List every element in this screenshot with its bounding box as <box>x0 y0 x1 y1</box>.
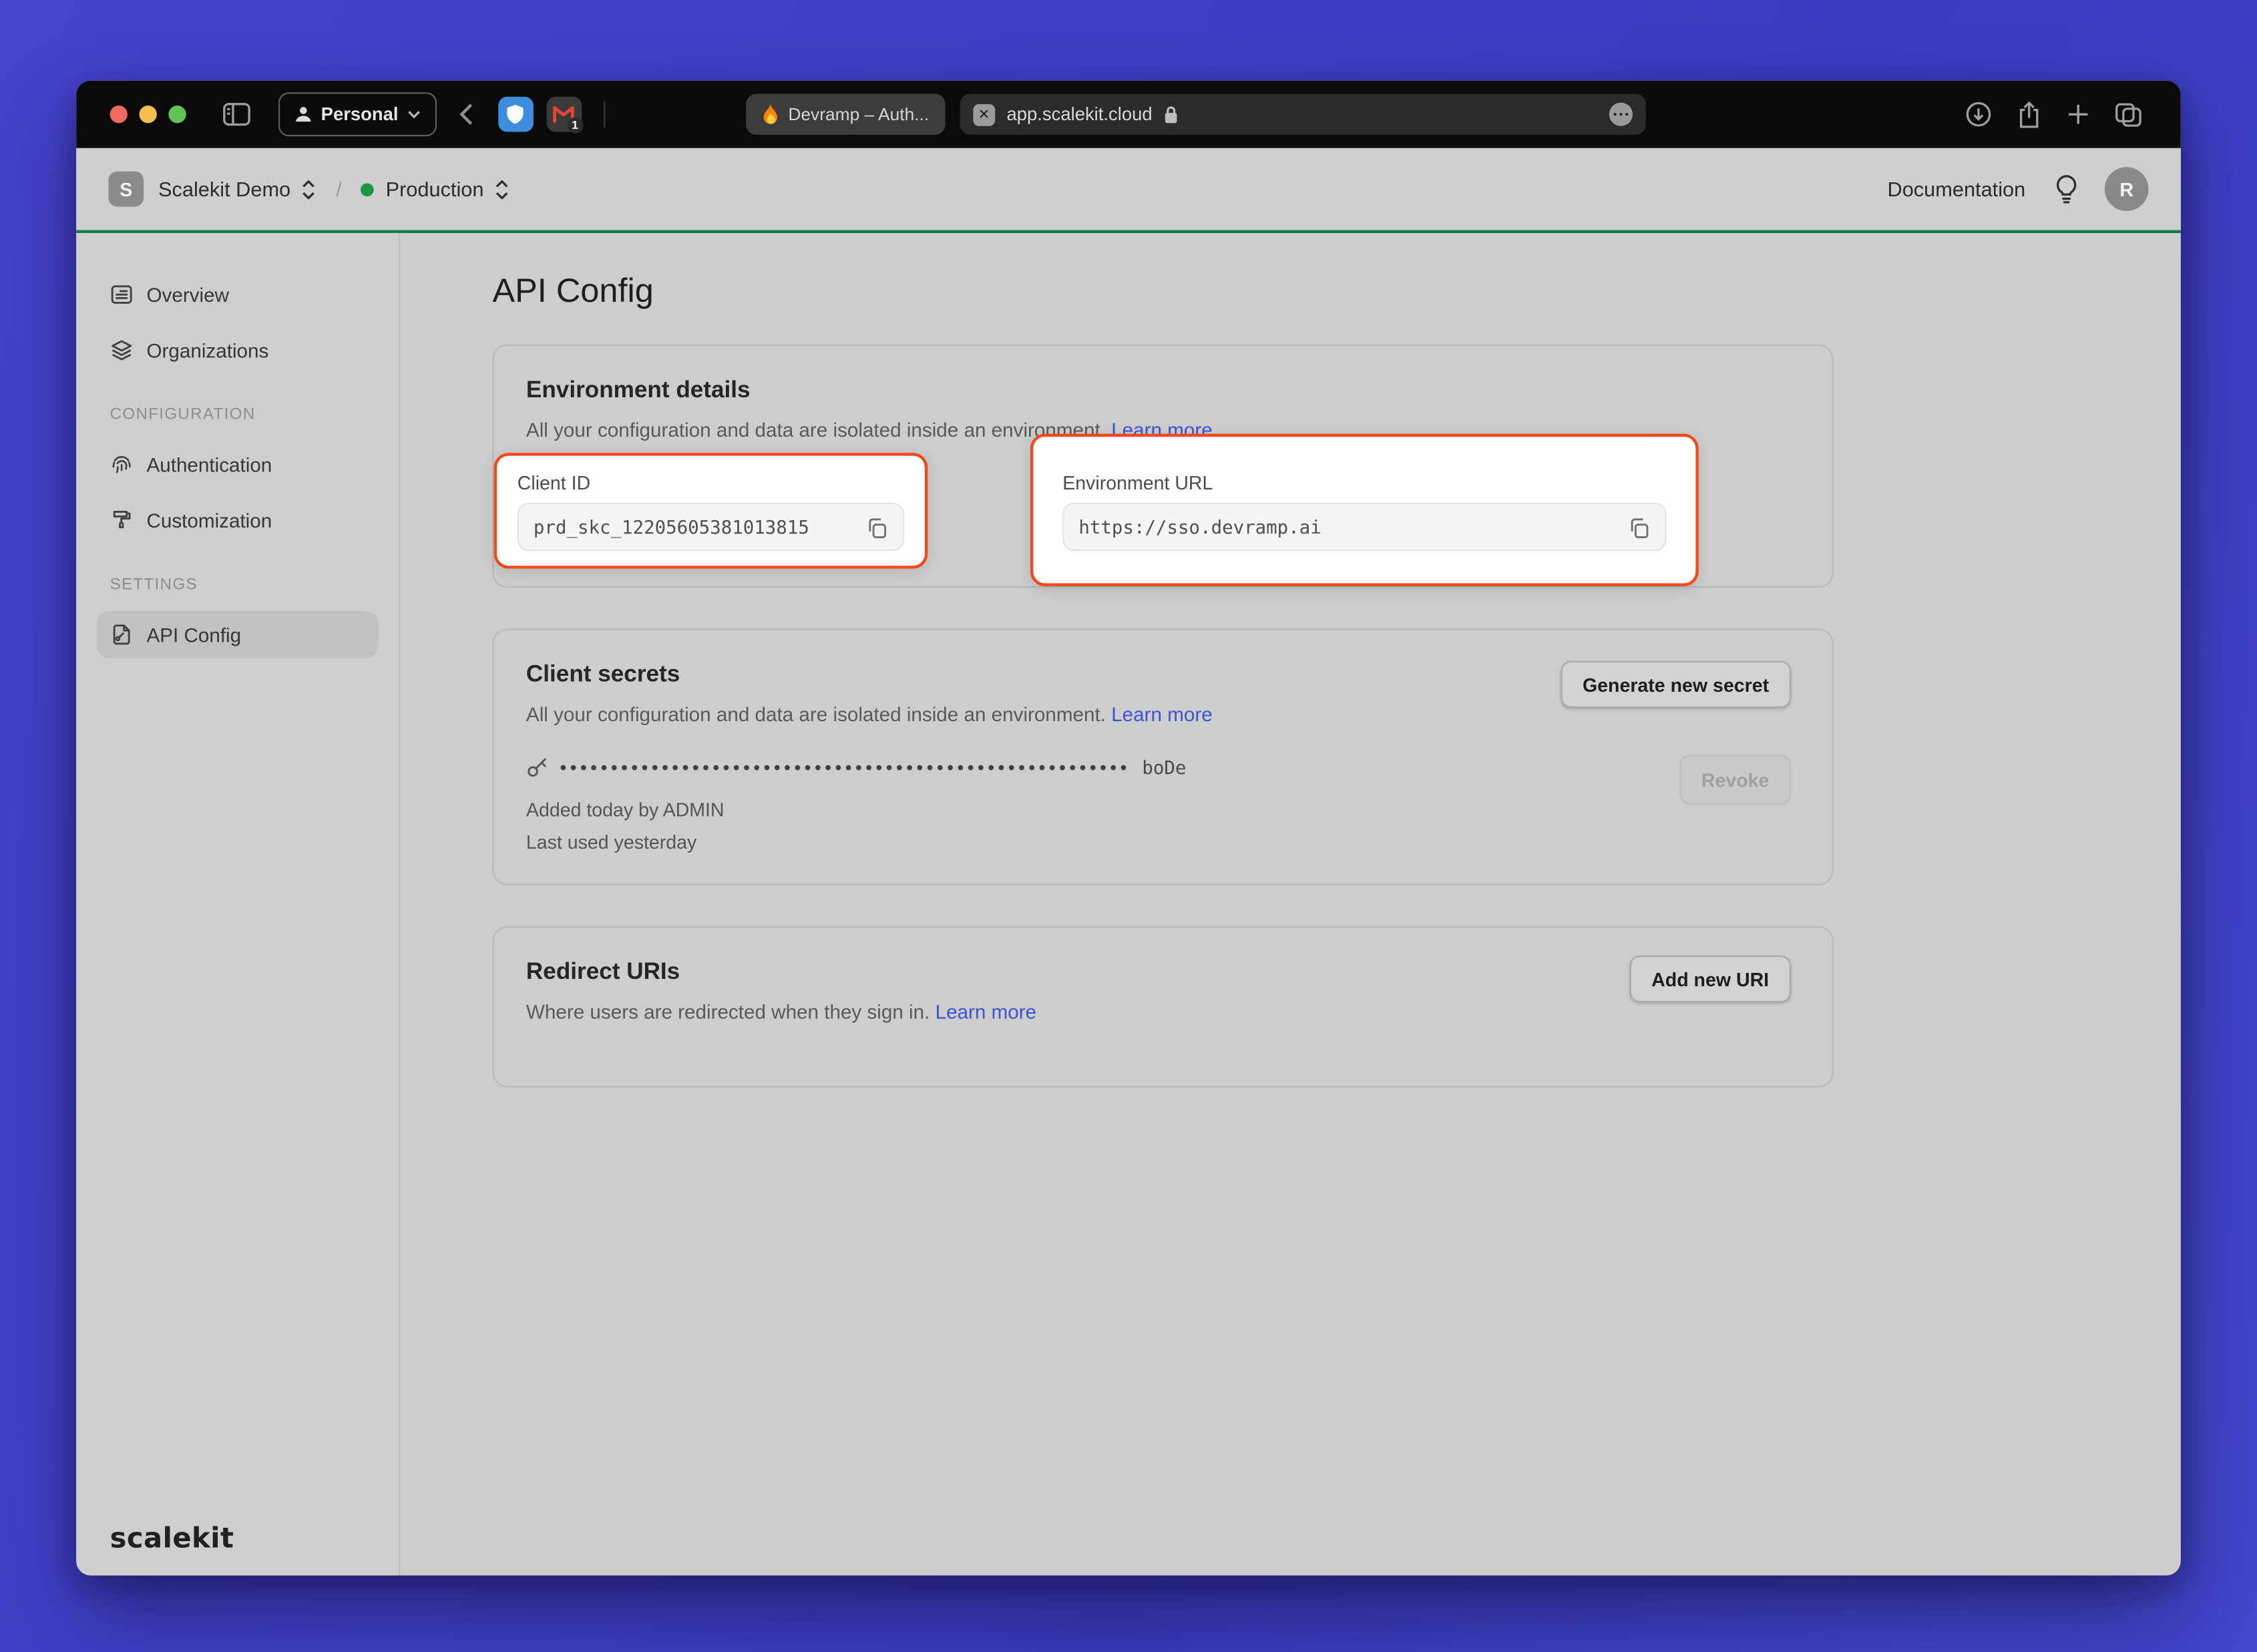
documentation-link[interactable]: Documentation <box>1888 178 2026 201</box>
app-header: S Scalekit Demo / Production Documentati… <box>76 148 2181 233</box>
sidebar-toggle-icon[interactable] <box>223 103 251 126</box>
tab-title: Devramp – Auth... <box>788 104 929 125</box>
page-title: API Config <box>492 268 2180 313</box>
profile-selector[interactable]: Personal <box>278 92 437 136</box>
revoke-button[interactable]: Revoke <box>1679 755 1791 805</box>
sidebar-item-customization[interactable]: Customization <box>97 497 378 544</box>
downloads-icon[interactable] <box>1965 101 1992 128</box>
learn-more-link[interactable]: Learn more <box>1111 704 1213 726</box>
gmail-extension-icon[interactable]: 1 <box>546 97 582 132</box>
shield-extension-icon[interactable] <box>498 97 534 132</box>
back-button[interactable] <box>459 103 473 126</box>
desktop: Personal 1 <box>0 0 2257 1652</box>
lightbulb-icon[interactable] <box>2055 174 2078 204</box>
sidebar-item-organizations[interactable]: Organizations <box>97 327 378 373</box>
firebase-flame-icon <box>762 104 778 125</box>
client-secrets-card: Client secrets All your configuration an… <box>492 629 1833 885</box>
org-name: Scalekit Demo <box>158 178 290 201</box>
profile-label: Personal <box>321 104 399 125</box>
close-window-button[interactable] <box>110 106 128 123</box>
share-icon[interactable] <box>2017 100 2041 128</box>
minimize-window-button[interactable] <box>140 106 157 123</box>
tab-devramp[interactable]: Devramp – Auth... <box>746 93 946 134</box>
client-id-highlight-box: Client ID prd_skc_12205605381013815 <box>494 453 928 568</box>
main-content: API Config Environment details All your … <box>400 233 2181 1575</box>
sidebar-item-label: Overview <box>146 284 228 306</box>
org-switcher-icon[interactable] <box>301 178 317 200</box>
browser-chrome: Personal 1 <box>76 81 2181 148</box>
copy-icon[interactable] <box>1627 515 1650 538</box>
sidebar-section-configuration: CONFIGURATION <box>110 406 379 423</box>
secret-suffix: boDe <box>1142 757 1186 779</box>
card-description: All your configuration and data are isol… <box>526 704 1111 726</box>
environment-switcher-icon[interactable] <box>494 178 510 200</box>
redirect-uris-card: Redirect URIs Where users are redirected… <box>492 926 1833 1087</box>
api-config-file-icon <box>110 623 134 646</box>
window-controls <box>110 106 186 123</box>
breadcrumb-separator: / <box>336 178 342 201</box>
sidebar-item-label: Authentication <box>146 453 272 475</box>
chrome-right-toolbar <box>1965 100 2143 128</box>
learn-more-link[interactable]: Learn more <box>936 1001 1037 1023</box>
lock-icon <box>1164 105 1179 124</box>
sidebar-item-api-config[interactable]: API Config <box>97 611 378 658</box>
copy-icon[interactable] <box>865 515 888 538</box>
masked-secret: ••••••••••••••••••••••••••••••••••••••••… <box>560 757 1130 778</box>
chevron-down-icon <box>407 110 421 119</box>
secret-last-used: Last used yesterday <box>526 831 696 853</box>
environment-name: Production <box>386 178 484 201</box>
toolbar-divider <box>604 101 605 128</box>
sidebar-item-label: API Config <box>146 624 241 646</box>
fingerprint-icon <box>110 453 134 476</box>
org-avatar: S <box>108 172 144 207</box>
client-id-label: Client ID <box>518 472 904 494</box>
sidebar-item-authentication[interactable]: Authentication <box>97 441 378 488</box>
add-new-uri-button[interactable]: Add new URI <box>1629 956 1791 1002</box>
gmail-badge: 1 <box>567 118 583 134</box>
zoom-window-button[interactable] <box>168 106 186 123</box>
environment-url-value: https://sso.devramp.ai <box>1078 516 1627 538</box>
secret-added-by: Added today by ADMIN <box>526 799 725 821</box>
layers-icon <box>110 339 134 362</box>
environment-details-card: Environment details All your configurati… <box>492 345 1833 588</box>
key-icon <box>526 757 548 779</box>
tab-overview-icon[interactable] <box>2115 102 2143 127</box>
card-heading: Environment details <box>526 378 751 405</box>
sidebar-item-overview[interactable]: Overview <box>97 271 378 318</box>
card-description: All your configuration and data are isol… <box>526 419 1111 441</box>
browser-window: Personal 1 <box>76 81 2181 1576</box>
sidebar: Overview Organizations CONFIGURATION <box>76 233 400 1575</box>
scalekit-logo: scalekit <box>110 1522 234 1555</box>
address-bar[interactable]: ✕ app.scalekit.cloud <box>960 93 1645 134</box>
card-heading: Redirect URIs <box>526 960 680 987</box>
card-heading: Client secrets <box>526 662 680 689</box>
overview-icon <box>110 283 134 306</box>
user-avatar[interactable]: R <box>2105 167 2149 211</box>
person-icon <box>294 106 312 123</box>
environment-url-highlight-box: Environment URL https://sso.devramp.ai <box>1030 434 1699 586</box>
environment-url-label: Environment URL <box>1062 472 1666 494</box>
paintbrush-icon <box>110 509 134 532</box>
client-id-field[interactable]: prd_skc_12205605381013815 <box>518 503 904 551</box>
card-description: Where users are redirected when they sig… <box>526 1001 936 1023</box>
tab-favicon-x-icon: ✕ <box>973 104 995 126</box>
generate-new-secret-button[interactable]: Generate new secret <box>1561 661 1791 708</box>
page-menu-ellipsis-icon[interactable] <box>1609 103 1633 126</box>
sidebar-section-settings: SETTINGS <box>110 576 379 594</box>
new-tab-plus-icon[interactable] <box>2067 103 2090 126</box>
address-url: app.scalekit.cloud <box>1007 104 1153 125</box>
secret-row: ••••••••••••••••••••••••••••••••••••••••… <box>526 757 1187 779</box>
sidebar-item-label: Customization <box>146 509 272 532</box>
sidebar-item-label: Organizations <box>146 339 268 361</box>
environment-status-dot <box>361 182 374 196</box>
client-id-value: prd_skc_12205605381013815 <box>534 516 865 538</box>
environment-url-field[interactable]: https://sso.devramp.ai <box>1062 503 1666 551</box>
